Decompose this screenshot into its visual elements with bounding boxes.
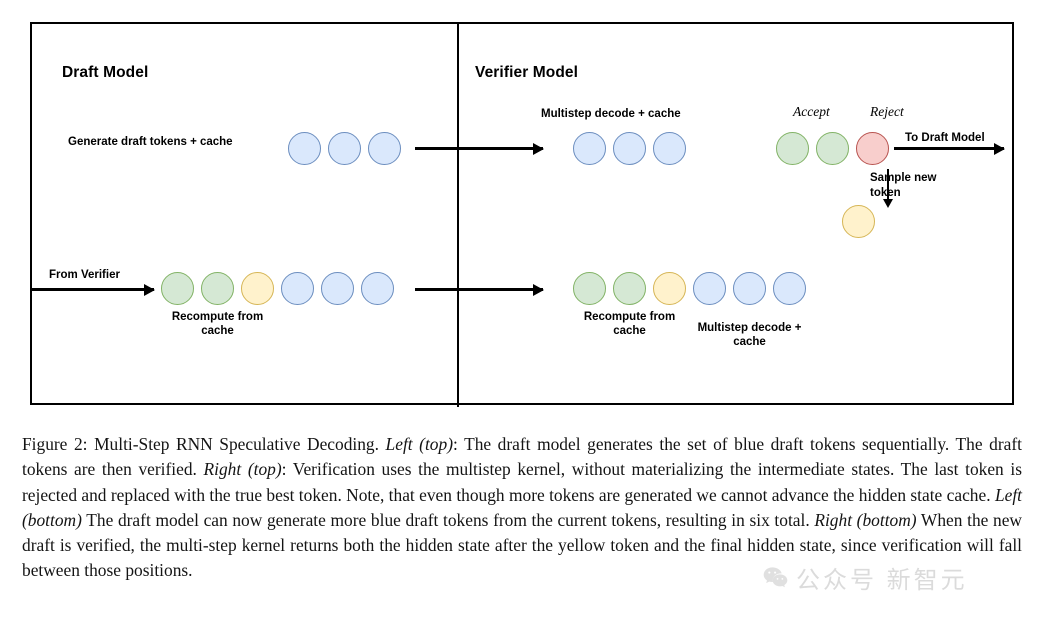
- recompute-label-left-line-1: Recompute from: [171, 311, 264, 323]
- sample-new-token-label: Sample new token: [870, 171, 936, 201]
- figure-diagram-frame: Draft Model Verifier Model Generate draf…: [30, 22, 1014, 407]
- draft-top-token-row: [288, 132, 401, 165]
- reject-label: Reject: [870, 104, 904, 119]
- token-green-accept-2: [816, 132, 849, 165]
- token-green-b2: [201, 272, 234, 305]
- to-draft-model-label: To Draft Model: [905, 132, 985, 144]
- verifier-verdict-token-row: [776, 132, 889, 165]
- arrow-to-draft-model: [894, 142, 1005, 155]
- token-blue-b3: [361, 272, 394, 305]
- arrow-draft-to-verifier-bottom: [415, 283, 544, 296]
- verifier-top-decode-token-row: [573, 132, 686, 165]
- token-blue-b2: [321, 272, 354, 305]
- caption-em-right-bottom: Right (bottom): [814, 509, 917, 530]
- token-red-reject-1: [856, 132, 889, 165]
- figure-caption: Figure 2: Multi-Step RNN Speculative Dec…: [22, 432, 1022, 584]
- caption-text-3: The draft model can now generate more bl…: [81, 509, 815, 530]
- multistep-label-line-1: Multistep decode +: [697, 322, 802, 334]
- token-blue-6: [653, 132, 686, 165]
- token-blue-b1: [281, 272, 314, 305]
- draft-model-panel-title: Draft Model: [62, 64, 149, 81]
- accept-label: Accept: [793, 104, 830, 119]
- recompute-from-cache-label-left: Recompute from cache: [161, 311, 274, 338]
- token-yellow-b1: [241, 272, 274, 305]
- token-blue-3: [368, 132, 401, 165]
- recompute-label-right-line-1: Recompute from: [583, 311, 676, 323]
- token-blue-vb3: [773, 272, 806, 305]
- from-verifier-label: From Verifier: [49, 269, 120, 281]
- token-blue-vb2: [733, 272, 766, 305]
- token-green-vb1: [573, 272, 606, 305]
- sample-new-token-line-2: token: [870, 187, 901, 199]
- token-green-vb2: [613, 272, 646, 305]
- token-yellow-sampled: [842, 205, 875, 238]
- token-green-accept-1: [776, 132, 809, 165]
- arrow-from-verifier: [32, 283, 155, 296]
- verifier-model-panel-title: Verifier Model: [475, 64, 579, 81]
- caption-em-right-top: Right (top): [203, 459, 282, 480]
- arrow-draft-to-verifier-top: [415, 142, 544, 155]
- caption-prefix: Figure 2: Multi-Step RNN Speculative Dec…: [22, 434, 386, 454]
- token-blue-5: [613, 132, 646, 165]
- token-blue-vb1: [693, 272, 726, 305]
- draft-bottom-token-row: [161, 272, 394, 305]
- recompute-from-cache-label-right: Recompute from cache: [573, 311, 686, 338]
- multistep-decode-cache-bottom-label: Multistep decode + cache: [688, 322, 811, 349]
- multistep-label-line-2: cache: [733, 335, 766, 348]
- token-yellow-vb1: [653, 272, 686, 305]
- token-green-b1: [161, 272, 194, 305]
- token-blue-2: [328, 132, 361, 165]
- verifier-bottom-token-row: [573, 272, 806, 305]
- sample-new-token-line-1: Sample new: [870, 172, 937, 184]
- multistep-decode-cache-top-label: Multistep decode + cache: [541, 108, 681, 120]
- panel-divider: [457, 24, 459, 407]
- caption-em-left-top: Left (top): [385, 434, 453, 454]
- token-blue-1: [288, 132, 321, 165]
- token-blue-4: [573, 132, 606, 165]
- recompute-label-left-line-2: cache: [201, 324, 234, 337]
- generate-draft-tokens-label: Generate draft tokens + cache: [68, 136, 233, 148]
- recompute-label-right-line-2: cache: [613, 324, 646, 337]
